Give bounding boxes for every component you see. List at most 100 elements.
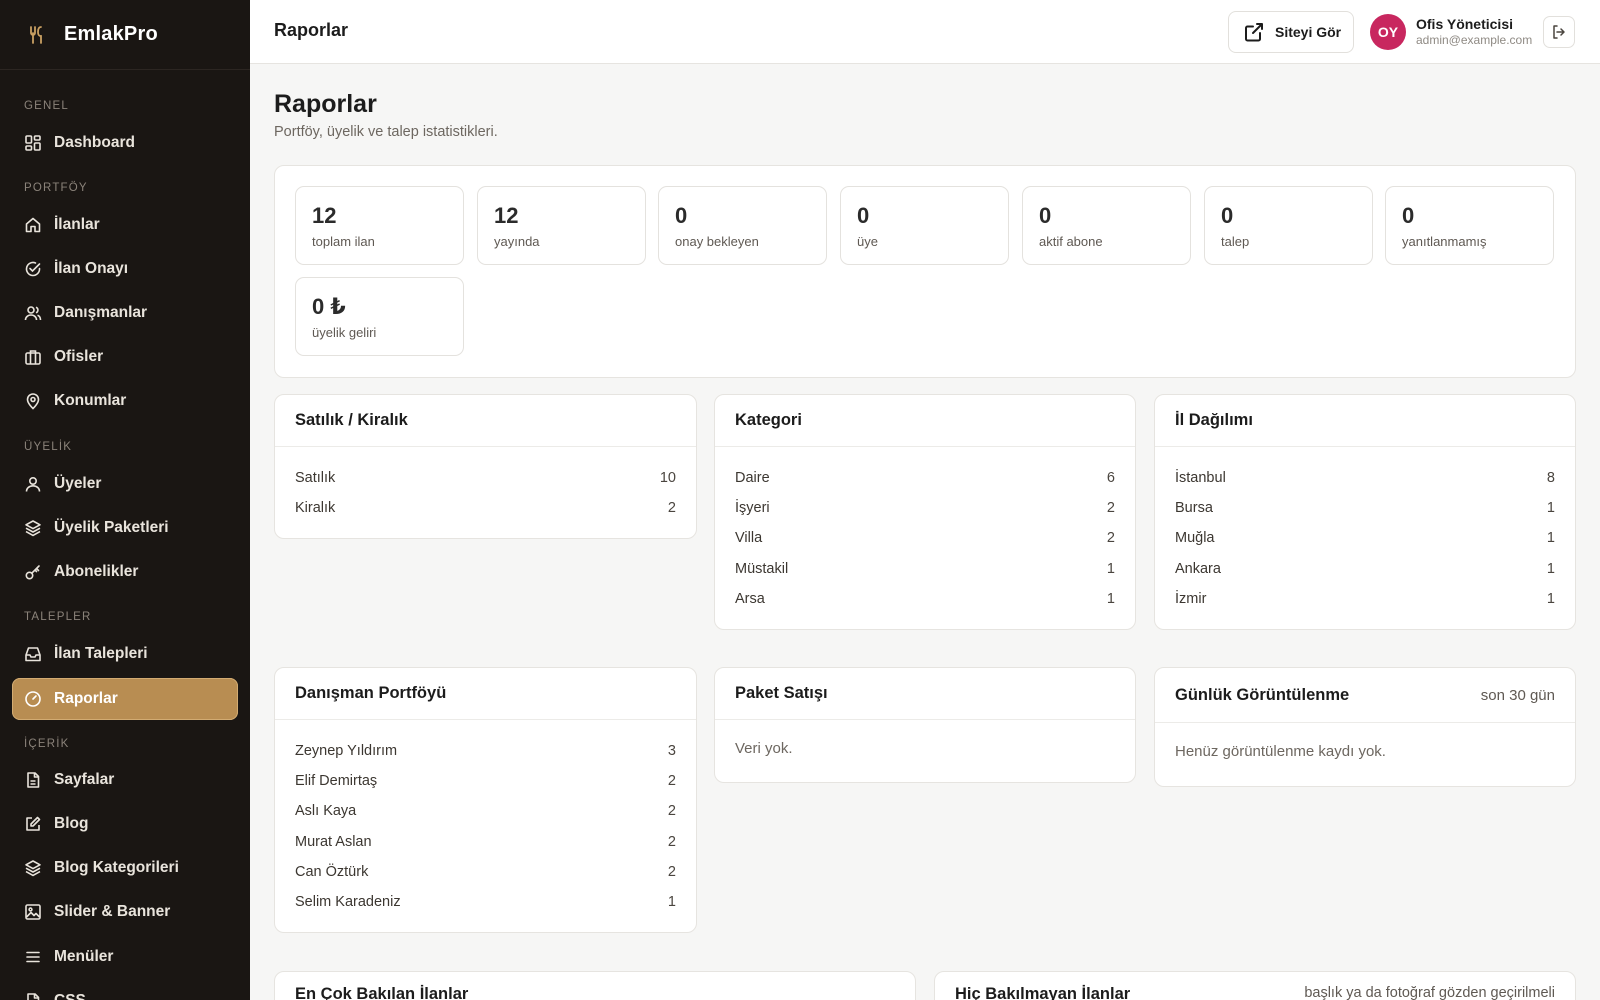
- card-title: Günlük Görüntülenme: [1175, 685, 1350, 704]
- list-item: Aslı Kaya 2: [295, 796, 676, 826]
- card-title: Hiç Bakılmayan İlanlar: [955, 985, 1131, 1000]
- sidebar-item-menuler[interactable]: Menüler: [12, 936, 238, 978]
- page-title: Raporlar: [274, 90, 377, 118]
- stat-list: Satılık 10 Kiralık 2: [275, 447, 696, 523]
- sidebar-item-abonelikler[interactable]: Abonelikler: [12, 551, 238, 593]
- stat-value: 12: [312, 203, 337, 228]
- stat-list: İstanbul 8 Bursa 1 Muğla 1 Ankara 1 İzmir 1: [1155, 447, 1575, 614]
- row-value: 3: [667, 743, 676, 760]
- sidebar-item-label: Üyeler: [54, 475, 102, 492]
- sidebar-item-label: Konumlar: [54, 392, 127, 409]
- layers-icon: [25, 520, 41, 537]
- list-item: Selim Karadeniz 1: [295, 887, 676, 917]
- row-value: 1: [1546, 530, 1555, 547]
- image-icon: [25, 904, 41, 920]
- sidebar-item-ilan-talepleri[interactable]: İlan Talepleri: [12, 633, 238, 675]
- stat-unanswered: 0 yanıtlanmamış: [1385, 186, 1554, 265]
- avatar[interactable]: OY: [1370, 14, 1406, 50]
- sidebar-item-uyelik-paketleri[interactable]: Üyelik Paketleri: [12, 507, 238, 549]
- sidebar-item-uyeler[interactable]: Üyeler: [12, 463, 238, 505]
- row-value: 2: [667, 863, 676, 880]
- row-value: 2: [667, 500, 676, 517]
- stat-label: üyelik geliri: [312, 325, 377, 340]
- card-header: Danışman Portföyü: [275, 668, 696, 720]
- check-circle-icon: [25, 261, 41, 277]
- most-viewed-card: En Çok Bakılan İlanlar: [274, 971, 916, 1000]
- map-pin-icon: [26, 393, 40, 410]
- row-label: İstanbul: [1175, 470, 1226, 487]
- sidebar-item-danismanlar[interactable]: Danışmanlar: [12, 292, 238, 334]
- category-card: Kategori Daire 6 İşyeri 2 Villa 2 Müstakil 1…: [714, 394, 1136, 630]
- sidebar-item-css[interactable]: CSS: [12, 980, 238, 1000]
- nav-section-uyelik: ÜYELİK: [24, 441, 73, 453]
- logout-icon: [1553, 25, 1565, 39]
- row-value: 1: [1546, 500, 1555, 517]
- row-label: Elif Demirtaş: [295, 773, 378, 790]
- nav-section-icerik: İÇERİK: [24, 738, 70, 750]
- logout-button[interactable]: [1543, 16, 1575, 48]
- nav-section-talepler: TALEPLER: [24, 611, 92, 623]
- sidebar-item-label: Sayfalar: [54, 771, 115, 788]
- sidebar-item-slider-banner[interactable]: Slider & Banner: [12, 891, 238, 933]
- row-value: 2: [1106, 530, 1115, 547]
- cutlery-icon: [30, 25, 42, 44]
- sidebar-item-ilanlar[interactable]: İlanlar: [12, 204, 238, 246]
- province-distribution-card: İl Dağılımı İstanbul 8 Bursa 1 Muğla 1 Anka…: [1154, 394, 1576, 630]
- daily-views-card: Günlük Görüntülenme son 30 gün Henüz gör…: [1154, 667, 1576, 787]
- row-value: 2: [1106, 500, 1115, 517]
- menu-icon: [26, 951, 40, 963]
- topbar: Raporlar Siteyi Gör OY Ofis Yöneticisi a…: [250, 0, 1600, 64]
- card-header: Günlük Görüntülenme son 30 gün: [1155, 668, 1575, 723]
- view-site-label: Siteyi Gör: [1275, 24, 1342, 40]
- list-item: İşyeri 2: [735, 493, 1115, 523]
- inbox-icon: [25, 647, 41, 662]
- list-item: Muğla 1: [1175, 523, 1555, 553]
- brand-name: EmlakPro: [64, 23, 158, 45]
- stat-value: 0: [1221, 203, 1234, 228]
- brand[interactable]: EmlakPro: [0, 0, 250, 70]
- user-name: Ofis Yöneticisi: [1416, 16, 1513, 32]
- sidebar-item-label: Blog: [54, 815, 89, 832]
- sidebar-item-label: Danışmanlar: [54, 304, 148, 321]
- stat-value: 0: [1039, 203, 1052, 228]
- row-value: 1: [1106, 590, 1115, 607]
- list-item: Kiralık 2: [295, 493, 676, 523]
- stat-list: Zeynep Yıldırım 3 Elif Demirtaş 2 Aslı Kay…: [275, 720, 696, 917]
- sidebar-item-raporlar[interactable]: Raporlar: [12, 678, 238, 720]
- nav-section-portfoy: PORTFÖY: [24, 182, 88, 194]
- sidebar-item-blog[interactable]: Blog: [12, 803, 238, 845]
- sidebar-item-label: Abonelikler: [54, 563, 139, 580]
- sidebar-item-label: İlan Talepleri: [54, 645, 148, 662]
- row-label: Aslı Kaya: [295, 803, 357, 820]
- sidebar-item-dashboard[interactable]: Dashboard: [12, 122, 238, 164]
- users-icon: [24, 306, 42, 321]
- stat-value: 0: [675, 203, 688, 228]
- row-label: Kiralık: [295, 500, 336, 517]
- row-label: Zeynep Yıldırım: [295, 743, 398, 760]
- sidebar-item-label: Blog Kategorileri: [54, 859, 179, 876]
- view-site-button[interactable]: Siteyi Gör: [1228, 11, 1354, 53]
- sidebar-item-konumlar[interactable]: Konumlar: [12, 380, 238, 422]
- user-email: admin@example.com: [1416, 33, 1533, 47]
- sidebar-item-label: Üyelik Paketleri: [54, 519, 169, 536]
- sidebar-item-ilan-onayi[interactable]: İlan Onayı: [12, 248, 238, 290]
- edit-icon: [26, 816, 41, 831]
- row-value: 2: [667, 773, 676, 790]
- sidebar-item-blog-kategorileri[interactable]: Blog Kategorileri: [12, 847, 238, 889]
- list-item: Müstakil 1: [735, 554, 1115, 584]
- stat-label: yanıtlanmamış: [1402, 234, 1487, 249]
- consultant-portfolio-card: Danışman Portföyü Zeynep Yıldırım 3 Elif …: [274, 667, 697, 933]
- sidebar-item-sayfalar[interactable]: Sayfalar: [12, 759, 238, 801]
- row-label: Müstakil: [735, 560, 789, 577]
- card-header: Hiç Bakılmayan İlanlar başlık ya da foto…: [935, 972, 1575, 1000]
- list-item: Satılık 10: [295, 463, 676, 493]
- stat-label: talep: [1221, 234, 1250, 249]
- stat-membership-revenue: 0 ₺ üyelik geliri: [295, 277, 464, 356]
- row-label: Villa: [735, 530, 763, 547]
- empty-state: Henüz görüntülenme kaydı yok.: [1175, 743, 1386, 760]
- stat-label: toplam ilan: [312, 234, 375, 249]
- card-note: başlık ya da fotoğraf gözden geçirilmeli: [1304, 985, 1555, 1000]
- sidebar-item-ofisler[interactable]: Ofisler: [12, 336, 238, 378]
- stat-value: 0: [1402, 203, 1415, 228]
- row-label: İşyeri: [735, 500, 770, 517]
